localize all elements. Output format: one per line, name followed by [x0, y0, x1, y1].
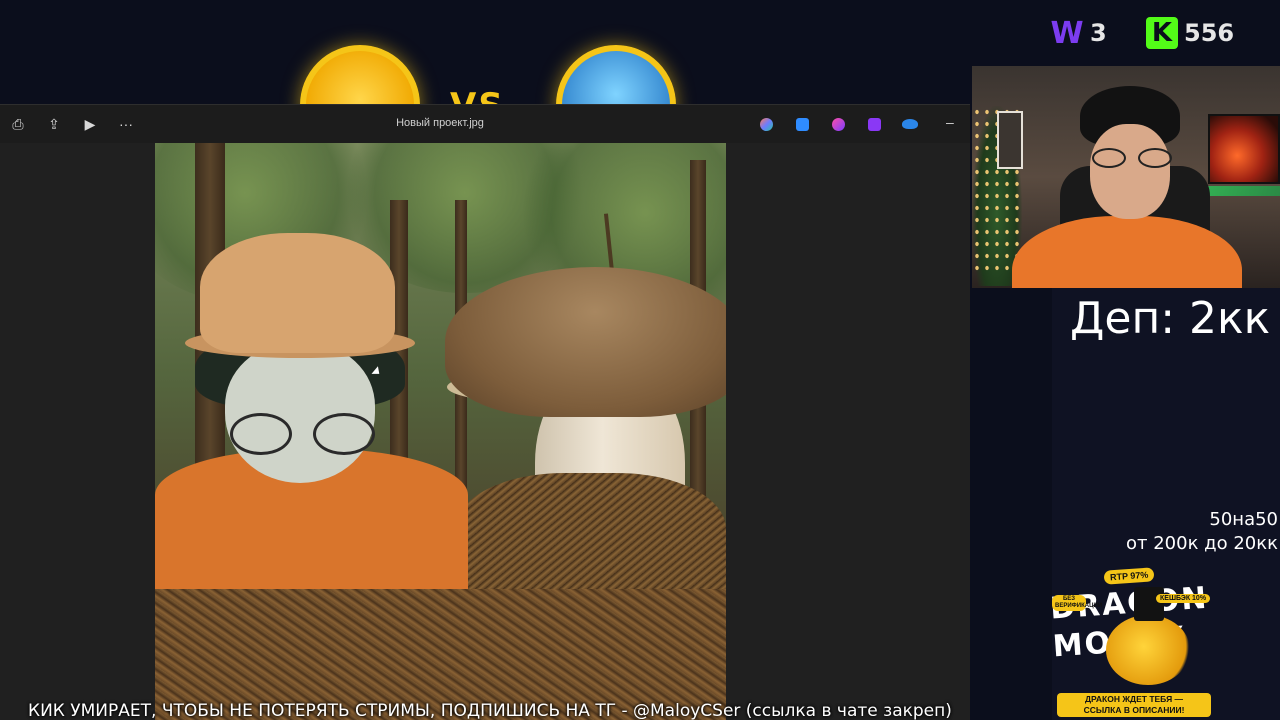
- copilot-icon[interactable]: [748, 110, 784, 138]
- person-cutout: [155, 233, 468, 589]
- promo-banner: ДРАКОН ЖДЕТ ТЕБЯ — ССЫЛКА В ОПИСАНИИ!: [1057, 693, 1211, 717]
- w-counter-value: 3: [1090, 19, 1107, 47]
- promo-banner-line2: ССЫЛКА В ОПИСАНИИ!: [1083, 705, 1185, 715]
- kick-counter: K 556: [1146, 14, 1234, 52]
- file-title: Новый проект.jpg: [396, 117, 484, 129]
- top-hat-icon: [1134, 587, 1164, 621]
- onedrive-icon[interactable]: [892, 110, 928, 138]
- toolbar-left-group: ⎙ ⇪ ▶ ···: [0, 109, 144, 139]
- minimize-button[interactable]: –: [946, 114, 954, 130]
- viewer-toolbar: ⎙ ⇪ ▶ ··· Новый проект.jpg –: [0, 105, 970, 143]
- displayed-photo: [155, 143, 726, 720]
- promo-banner-line1: ДРАКОН ЖДЕТ ТЕБЯ —: [1084, 694, 1184, 704]
- clipchamp-icon[interactable]: [856, 110, 892, 138]
- no-verification-badge: БЕЗ ВЕРИФИКАЦИИ: [1052, 595, 1102, 611]
- rtp-badge: RTP 97%: [1103, 567, 1155, 585]
- w-counter: W 3: [1050, 14, 1107, 52]
- print-icon[interactable]: ⎙: [0, 109, 36, 139]
- deposit-label: Деп: 2кк: [1070, 293, 1271, 344]
- share-icon[interactable]: ⇪: [36, 109, 72, 139]
- designer-icon[interactable]: [820, 110, 856, 138]
- kick-logo-icon: K: [1146, 17, 1178, 49]
- bottom-ticker: КИК УМИРАЕТ, ЧТОБЫ НЕ ПОТЕРЯТЬ СТРИМЫ, П…: [28, 701, 952, 720]
- kick-viewer-count: 556: [1184, 19, 1235, 47]
- sponsor-promo: DRAGON MONEY RTP 97% КЕШБЭК 10% БЕЗ ВЕРИ…: [1049, 565, 1214, 720]
- cashback-badge: КЕШБЭК 10%: [1156, 594, 1211, 603]
- slideshow-icon[interactable]: ▶: [72, 109, 108, 139]
- bet-range-label: от 200к до 20кк: [1126, 533, 1278, 554]
- w-logo-icon: W: [1050, 15, 1084, 51]
- edit-icon[interactable]: [784, 110, 820, 138]
- dragon-mascot-icon: [1106, 615, 1190, 685]
- toolbar-right-group: [748, 110, 928, 138]
- versus-overlay: VS: [0, 0, 970, 165]
- bet-format-label: 50на50: [1209, 509, 1278, 530]
- streamer-webcam: [972, 66, 1280, 288]
- more-icon[interactable]: ···: [108, 109, 144, 139]
